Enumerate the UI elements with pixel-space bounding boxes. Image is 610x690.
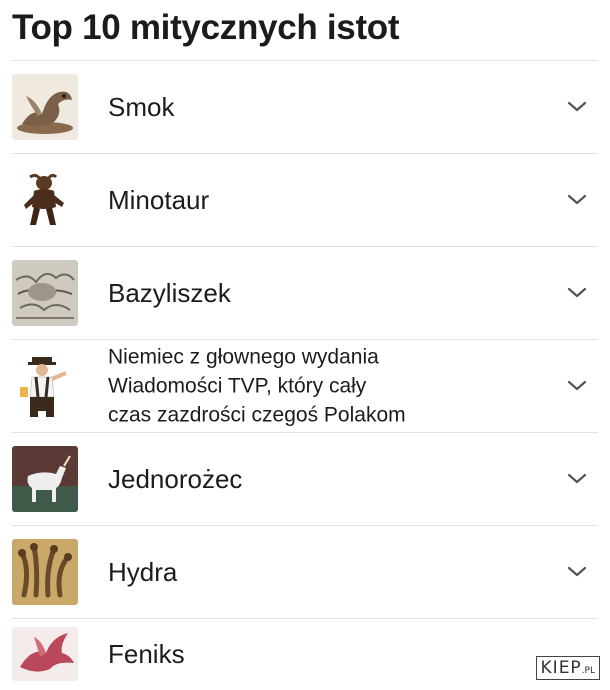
item-label-line: czas zazdrości czegoś Polakom <box>108 403 406 427</box>
unicorn-icon <box>12 446 78 512</box>
minotaur-icon <box>12 167 78 233</box>
site-watermark: KIEP.PL <box>535 656 600 680</box>
dragon-icon <box>12 74 78 140</box>
list-item-minotaur[interactable]: Minotaur <box>0 154 600 246</box>
list-item-bazyliszek[interactable]: Bazyliszek <box>0 247 600 339</box>
list-item-feniks[interactable]: Feniks <box>0 619 600 689</box>
item-label: Jednorożec <box>108 464 243 494</box>
creature-list: Smok Minotaur Bazyliszek Niemiec z głown… <box>0 60 600 689</box>
phoenix-icon <box>12 627 78 681</box>
chevron-down-icon[interactable] <box>565 378 589 394</box>
watermark-main: KIEP <box>540 658 582 678</box>
chevron-down-icon[interactable] <box>565 471 589 487</box>
page-title: Top 10 mitycznych istot <box>12 8 400 47</box>
chevron-down-icon[interactable] <box>565 285 589 301</box>
list-item-smok[interactable]: Smok <box>0 61 600 153</box>
item-label-line: Niemiec z głownego wydania <box>108 345 379 369</box>
basilisk-icon <box>12 260 78 326</box>
item-label: Feniks <box>108 639 185 669</box>
chevron-down-icon[interactable] <box>565 99 589 115</box>
man-in-lederhosen-icon <box>12 353 78 419</box>
list-item-niemiec[interactable]: Niemiec z głownego wydania Wiadomości TV… <box>0 340 600 432</box>
item-label: Niemiec z głownego wydania Wiadomości TV… <box>108 343 530 430</box>
list-item-hydra[interactable]: Hydra <box>0 526 600 618</box>
item-label: Hydra <box>108 557 178 587</box>
item-label: Bazyliszek <box>108 278 231 308</box>
list-item-jednorozec[interactable]: Jednorożec <box>0 433 600 525</box>
watermark-suffix: .PL <box>581 666 595 676</box>
item-label: Smok <box>108 92 175 122</box>
item-label-line: Wiadomości TVP, który cały <box>108 374 367 398</box>
chevron-down-icon[interactable] <box>565 192 589 208</box>
item-label: Minotaur <box>108 185 210 215</box>
chevron-down-icon[interactable] <box>565 564 589 580</box>
hydra-icon <box>12 539 78 605</box>
